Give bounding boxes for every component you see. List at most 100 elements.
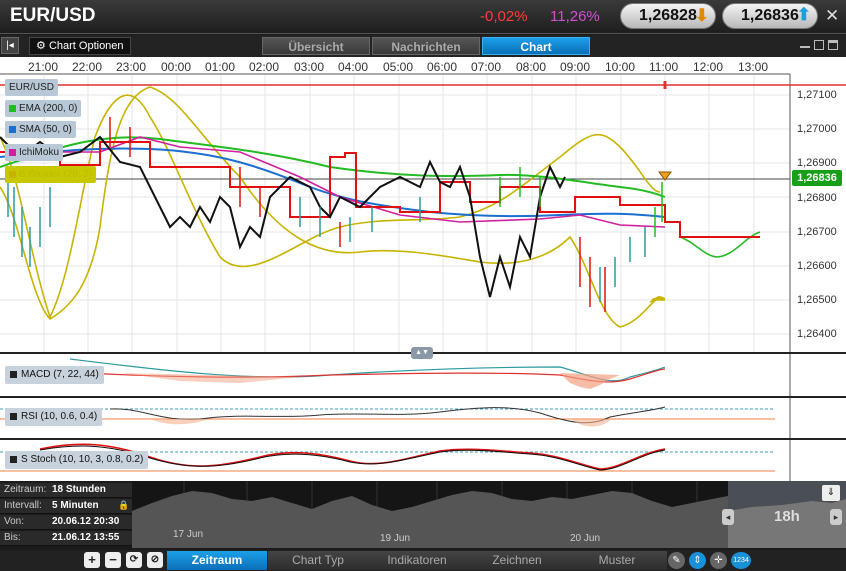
pencil-icon[interactable]: ✎ bbox=[668, 552, 685, 569]
currency-pair-title: EUR/USD bbox=[10, 5, 96, 26]
refresh-icon[interactable]: ⟳ bbox=[126, 552, 142, 568]
change-percent: -0,02% bbox=[480, 8, 528, 25]
rsi-swatch bbox=[10, 412, 17, 420]
navigator-canvas bbox=[132, 481, 846, 548]
panel-splitter-handle[interactable]: ▲▼ bbox=[411, 347, 433, 359]
sell-price-value: 1,26828 bbox=[639, 7, 697, 24]
volatility-percent: 11,26% bbox=[550, 8, 600, 25]
price-chart-canvas bbox=[0, 73, 846, 481]
navigator-date-label: 20 Jun bbox=[570, 533, 601, 544]
legend-eurusd[interactable]: EUR/USD bbox=[5, 79, 59, 96]
stoch-label[interactable]: S Stoch (10, 10, 3, 0.8, 0.2) bbox=[5, 451, 149, 469]
navigator-chart[interactable]: 17 Jun 19 Jun 20 Jun ◂ ▸ bbox=[132, 481, 846, 548]
info-key: Zeitraum: bbox=[4, 484, 47, 495]
close-icon[interactable]: ✕ bbox=[825, 6, 839, 26]
sell-price-button[interactable]: 1,26828 ⬇ bbox=[620, 3, 716, 29]
price-label: 1,26800 bbox=[797, 192, 837, 204]
info-value: 5 Minuten bbox=[52, 500, 99, 511]
info-row-interval: Intervall: 5 Minuten 🔒 bbox=[0, 499, 132, 514]
price-label: 1,26600 bbox=[797, 260, 837, 272]
macd-swatch bbox=[10, 370, 17, 378]
vertical-scale-icon[interactable]: ⇕ bbox=[689, 552, 706, 569]
legend-sma[interactable]: SMA (50, 0) bbox=[5, 121, 76, 138]
reset-icon[interactable]: ⊘ bbox=[147, 552, 163, 568]
info-value: 18 Stunden bbox=[52, 484, 106, 495]
time-label: 00:00 bbox=[161, 60, 192, 74]
price-label: 1,26900 bbox=[797, 157, 837, 169]
collapse-panel-button[interactable]: |◂ bbox=[1, 37, 19, 54]
time-label: 05:00 bbox=[383, 60, 414, 74]
rsi-label[interactable]: RSI (10, 0.6, 0.4) bbox=[5, 408, 103, 426]
tab-draw[interactable]: Zeichnen bbox=[467, 551, 567, 570]
time-label: 21:00 bbox=[28, 60, 59, 74]
ema-projection bbox=[679, 231, 761, 258]
zoom-out-button[interactable]: − bbox=[105, 552, 121, 568]
tab-overview[interactable]: Übersicht bbox=[262, 37, 370, 55]
bottom-panel: Zeitraum: 18 Stunden Intervall: 5 Minute… bbox=[0, 481, 846, 571]
value-display-icon[interactable]: 1234 bbox=[731, 552, 751, 569]
chart-options-button[interactable]: ⚙ Chart Optionen bbox=[29, 37, 131, 55]
bottom-toolbar: + − ⟳ ⊘ Zeitraum Chart Typ Indikatoren Z… bbox=[0, 550, 846, 571]
arrow-up-icon: ⬆ bbox=[796, 5, 811, 24]
crosshair-icon[interactable]: ✛ bbox=[710, 552, 727, 569]
price-label: 1,26400 bbox=[797, 328, 837, 340]
tab-chart[interactable]: Chart bbox=[482, 37, 590, 55]
chart-area[interactable]: 21:00 22:00 23:00 00:00 01:00 02:00 03:0… bbox=[0, 57, 846, 481]
maximize-icon[interactable] bbox=[828, 40, 838, 50]
buy-price-button[interactable]: 1,26836 ⬆ bbox=[722, 3, 818, 29]
trading-window: EUR/USD -0,02% 11,26% 1,26828 ⬇ 1,26836 … bbox=[0, 0, 846, 571]
tab-period[interactable]: Zeitraum bbox=[167, 551, 267, 570]
time-label: 06:00 bbox=[427, 60, 458, 74]
info-value: 21.06.12 13:55 bbox=[52, 532, 120, 543]
legend-label: SMA (50, 0) bbox=[19, 124, 72, 135]
legend-swatch bbox=[9, 148, 16, 156]
legend-label: IchiMoku bbox=[19, 147, 60, 158]
time-label: 02:00 bbox=[249, 60, 280, 74]
scroll-end-button[interactable]: ⇓ bbox=[822, 485, 840, 501]
rsi-fill bbox=[150, 419, 210, 425]
navigator-left-handle[interactable]: ◂ bbox=[722, 509, 734, 525]
current-price-flag: 1,26836 bbox=[792, 170, 842, 186]
restore-icon[interactable] bbox=[814, 40, 824, 50]
tab-patterns[interactable]: Muster bbox=[567, 551, 667, 570]
tab-chart-type[interactable]: Chart Typ bbox=[268, 551, 368, 570]
stoch-swatch bbox=[10, 455, 17, 463]
tab-news[interactable]: Nachrichten bbox=[372, 37, 480, 55]
price-label: 1,27000 bbox=[797, 123, 837, 135]
bollinger-bands bbox=[0, 86, 666, 328]
info-value: 20.06.12 20:30 bbox=[52, 516, 120, 527]
navigator-right-handle[interactable]: ▸ bbox=[830, 509, 842, 525]
lock-icon[interactable]: 🔒 bbox=[118, 500, 129, 511]
info-key: Bis: bbox=[4, 532, 21, 543]
legend-ichimoku[interactable]: IchiMoku bbox=[5, 144, 64, 161]
rsi-fill bbox=[570, 419, 612, 427]
gear-icon: ⚙ bbox=[36, 40, 46, 52]
time-label: 11:00 bbox=[649, 60, 679, 74]
price-label: 1,26500 bbox=[797, 294, 837, 306]
stoch-label-text: S Stoch (10, 10, 3, 0.8, 0.2) bbox=[21, 454, 144, 465]
legend-label: B.Bander (20, 2) bbox=[19, 169, 93, 180]
info-row-from: Von: 20.06.12 20:30 bbox=[0, 515, 132, 530]
time-label: 04:00 bbox=[338, 60, 369, 74]
legend-swatch bbox=[9, 104, 16, 112]
time-label: 10:00 bbox=[605, 60, 636, 74]
minimize-icon[interactable] bbox=[800, 40, 810, 48]
time-label: 12:00 bbox=[693, 60, 724, 74]
time-label: 23:00 bbox=[116, 60, 147, 74]
navigator-date-label: 17 Jun bbox=[173, 529, 204, 540]
time-label: 03:00 bbox=[294, 60, 325, 74]
macd-label-text: MACD (7, 22, 44) bbox=[21, 369, 99, 380]
legend-bollinger[interactable]: B.Bander (20, 2) bbox=[5, 166, 97, 183]
price-label: 1,26700 bbox=[797, 226, 837, 238]
tab-indicators[interactable]: Indikatoren bbox=[367, 551, 467, 570]
eurusd-price-line bbox=[0, 135, 566, 298]
navigator-date-label: 19 Jun bbox=[380, 533, 411, 544]
legend-swatch bbox=[9, 170, 16, 178]
macd-label[interactable]: MACD (7, 22, 44) bbox=[5, 366, 104, 384]
time-label: 13:00 bbox=[738, 60, 769, 74]
range-duration-label: 18h bbox=[774, 508, 800, 525]
arrow-down-icon: ⬇ bbox=[694, 6, 709, 25]
legend-ema[interactable]: EMA (200, 0) bbox=[5, 100, 82, 117]
zoom-in-button[interactable]: + bbox=[84, 552, 100, 568]
time-label: 08:00 bbox=[516, 60, 547, 74]
